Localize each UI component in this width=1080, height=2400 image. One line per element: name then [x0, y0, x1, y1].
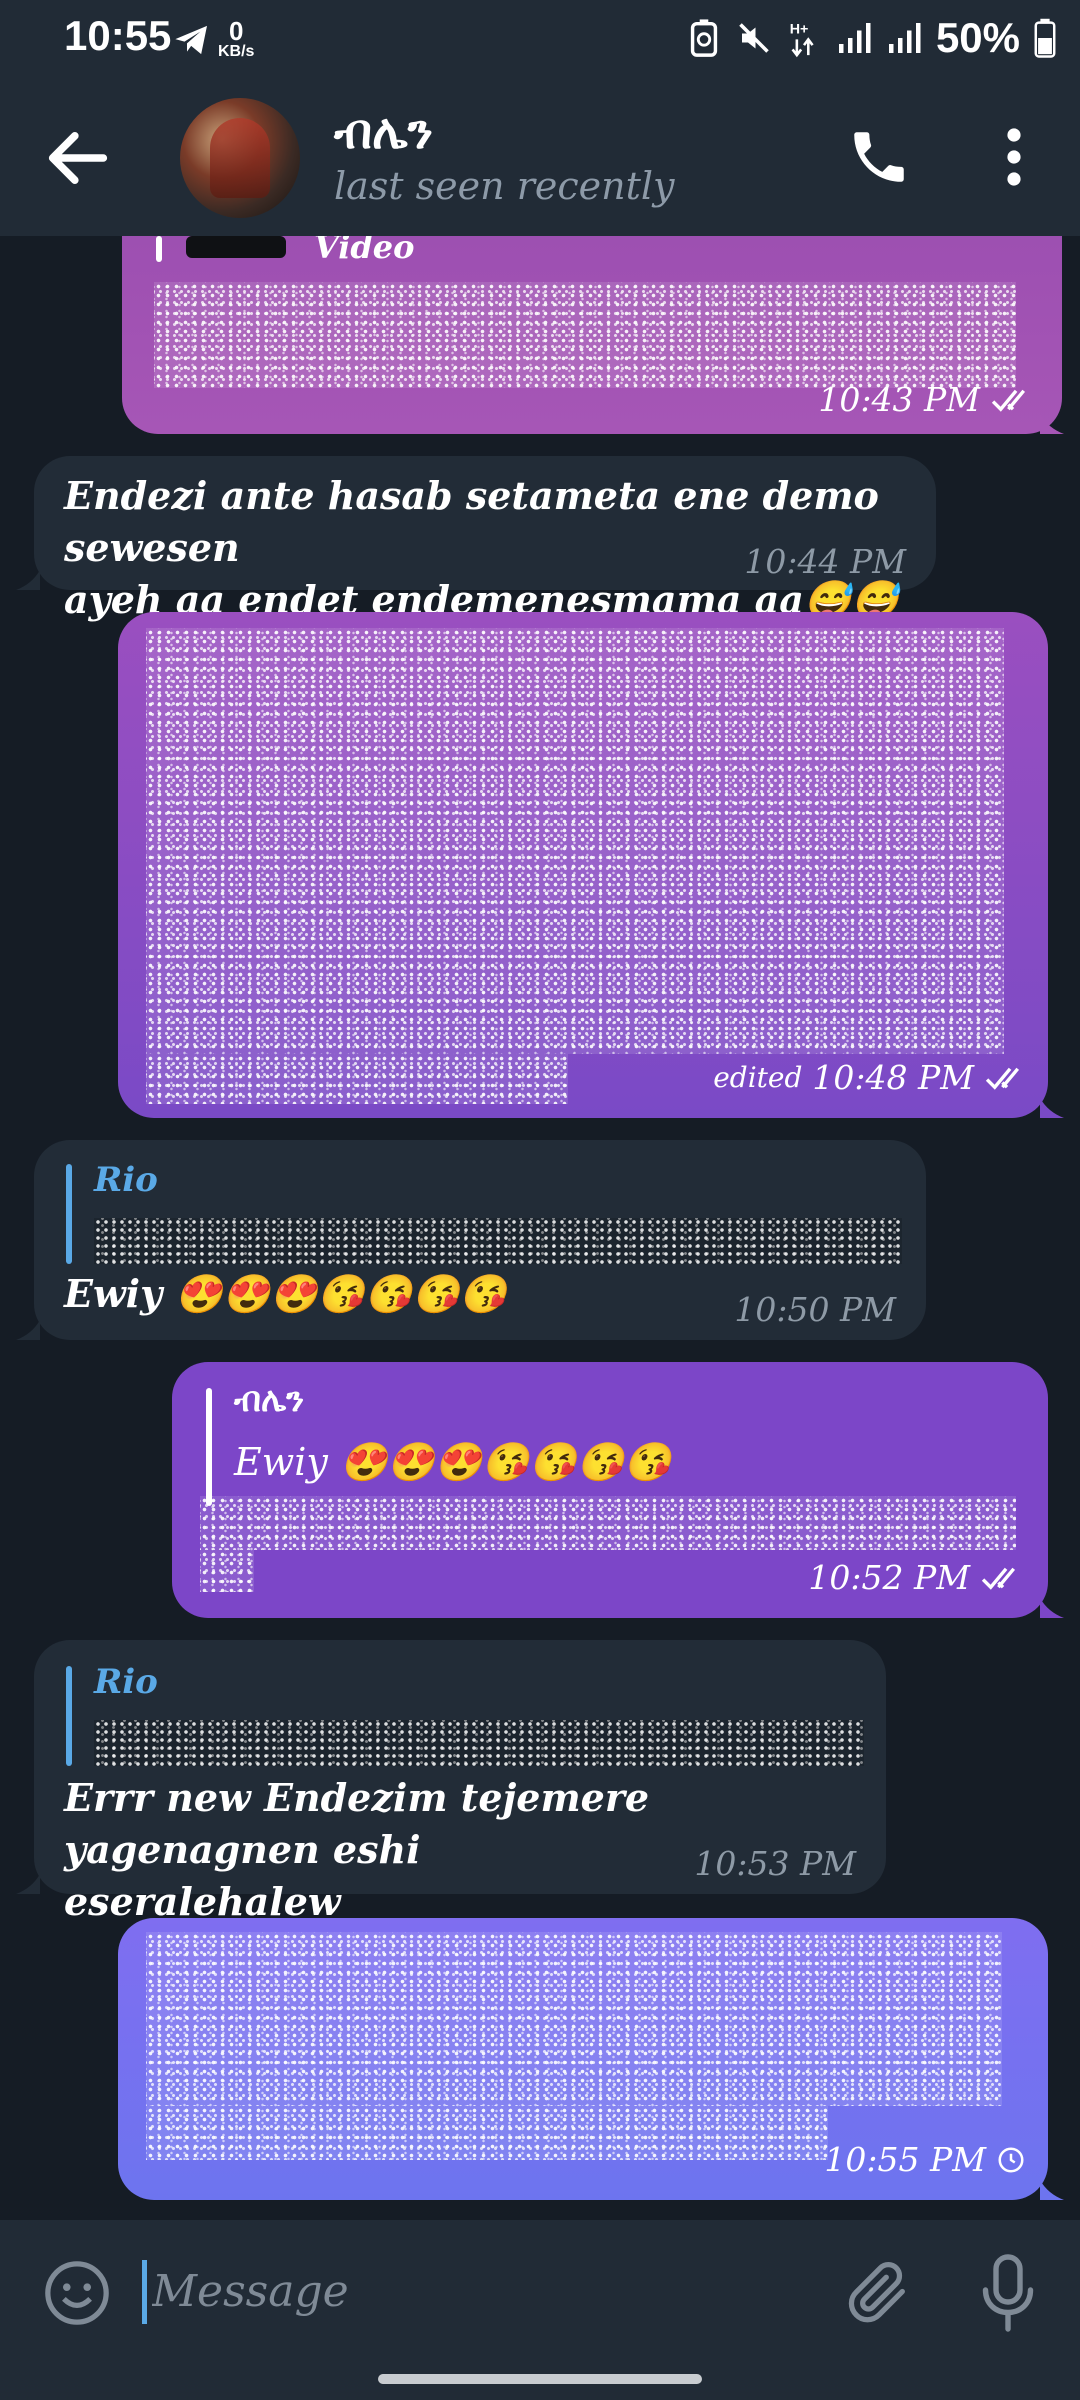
telegram-notification-icon: [175, 25, 207, 55]
redacted-text-tail: [146, 1054, 568, 1104]
message-input[interactable]: [150, 2250, 794, 2332]
redacted-text: [200, 1496, 1016, 1550]
bubble-tail: [1040, 2180, 1064, 2200]
double-check-icon: [991, 389, 1026, 412]
message-bubble-outgoing[interactable]: 10:55 PM: [118, 1918, 1048, 2200]
redacted-text: [146, 628, 1004, 1054]
microphone-icon[interactable]: [980, 2254, 1036, 2332]
message-bubble-outgoing[interactable]: edited 10:48 PM: [118, 612, 1048, 1118]
bubble-tail: [1040, 414, 1064, 434]
message-composer: [0, 2220, 1080, 2400]
message-bubble-incoming[interactable]: Rio Errr new Endezim tejemere yagenagnen…: [34, 1640, 886, 1924]
reply-sender-name[interactable]: Rio: [94, 1160, 158, 1200]
media-accent-bar: [156, 236, 162, 262]
reply-sender-name[interactable]: Rio: [94, 1662, 158, 1702]
bubble-tail: [1040, 1598, 1064, 1618]
message-time: 10:50 PM: [734, 1290, 896, 1329]
battery-percent: 50%: [935, 14, 1020, 61]
message-time: edited 10:48 PM: [713, 1058, 1030, 1097]
reply-accent-bar: [66, 1164, 72, 1264]
text-cursor: [142, 2260, 147, 2324]
bubble-tail: [16, 1874, 40, 1894]
more-options-icon[interactable]: [996, 124, 1032, 190]
emoji-icon[interactable]: [42, 2258, 112, 2328]
message-time: 10:52 PM: [808, 1558, 1026, 1597]
reply-sender-name[interactable]: ብሌን: [234, 1380, 304, 1420]
message-list[interactable]: Video 10:43 PM Endezi ante hasab setamet…: [0, 236, 1080, 2220]
message-text: Ewiy 😍😍😍😘😘😘😘: [64, 1271, 507, 1316]
video-label: Video: [314, 236, 415, 266]
message-time: 10:43 PM: [818, 380, 1036, 419]
paperclip-attach-icon[interactable]: [844, 2256, 914, 2330]
message-time: 10:55 PM: [824, 2140, 1026, 2179]
redacted-text: [154, 282, 1016, 388]
bubble-tail: [1040, 1098, 1064, 1118]
double-check-icon: [981, 1567, 1016, 1590]
signal-icon: [838, 23, 871, 53]
video-thumbnail[interactable]: [186, 236, 286, 258]
reply-accent-bar: [66, 1666, 72, 1766]
redacted-text: [146, 1932, 1002, 2106]
signal-icon-2: [888, 23, 921, 53]
mute-icon: [739, 23, 769, 53]
redacted-reply-text: [94, 1720, 864, 1766]
reply-accent-bar: [206, 1388, 212, 1506]
avatar[interactable]: [180, 98, 300, 218]
network-type-label: H+: [790, 22, 809, 38]
chat-title[interactable]: ብሌን: [334, 104, 433, 161]
message-time: 10:53 PM: [694, 1844, 856, 1883]
back-arrow-icon[interactable]: [40, 120, 116, 196]
battery-icon: [1034, 18, 1056, 58]
bubble-tail: [16, 570, 40, 590]
hplus-network-icon: H+: [790, 22, 814, 58]
chat-last-seen: last seen recently: [334, 164, 675, 208]
status-time: 10:55: [64, 12, 172, 59]
double-check-icon: [985, 1067, 1020, 1090]
message-time: 10:44 PM: [744, 542, 906, 581]
message-bubble-outgoing[interactable]: Video 10:43 PM: [122, 236, 1062, 434]
network-speed: 0 KB/s: [218, 16, 255, 60]
redacted-text-tail: [200, 1550, 254, 1592]
phone-call-icon[interactable]: [846, 124, 912, 190]
clock-pending-icon: [998, 2147, 1024, 2172]
battery-saver-icon: [690, 19, 718, 57]
redacted-text-tail: [146, 2106, 828, 2160]
chat-header: ብሌን last seen recently: [0, 80, 1080, 236]
bubble-tail: [16, 1320, 40, 1340]
home-indicator[interactable]: [378, 2374, 702, 2384]
message-bubble-outgoing[interactable]: ብሌን Ewiy 😍😍😍😘😘😘😘 10:52 PM: [172, 1362, 1048, 1618]
status-bar: 10:55 0 KB/s H+ 50%: [0, 0, 1080, 80]
redacted-reply-text: [94, 1218, 902, 1264]
reply-quoted-text: Ewiy 😍😍😍😘😘😘😘: [234, 1440, 672, 1484]
message-bubble-incoming[interactable]: Rio Ewiy 😍😍😍😘😘😘😘 10:50 PM: [34, 1140, 926, 1340]
message-bubble-incoming[interactable]: Endezi ante hasab setameta ene demo sewe…: [34, 456, 936, 622]
